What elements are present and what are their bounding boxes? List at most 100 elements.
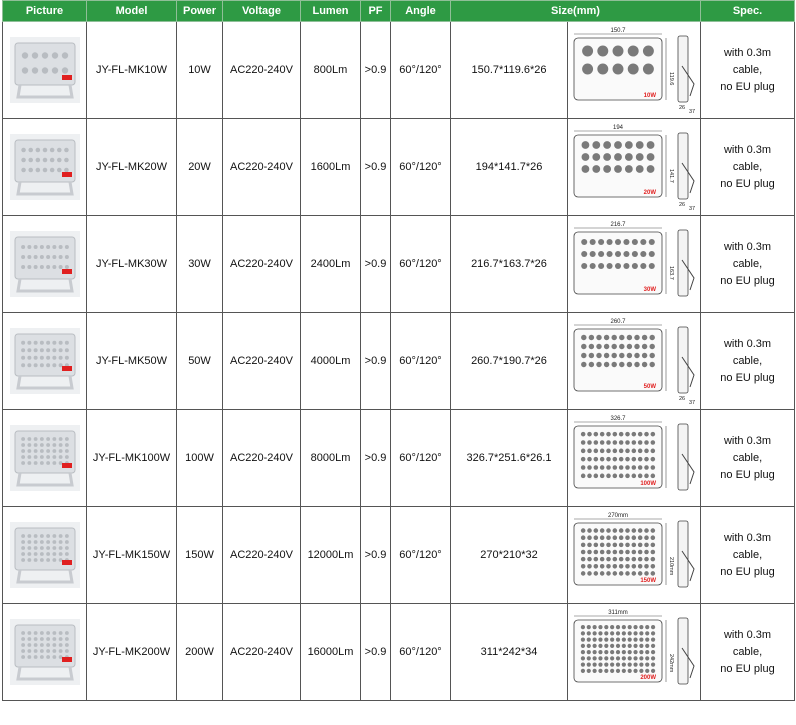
- spec-cell: with 0.3m cable, no EU plug: [700, 409, 795, 507]
- dimension-width-label: 270mm: [608, 513, 628, 519]
- voltage-cell: AC220-240V: [222, 409, 301, 507]
- dimension-height-label: 210mm: [668, 557, 674, 576]
- power-badge: 200W: [640, 675, 656, 681]
- size-cell: 326.7*251.6*26.1 326.7 100W: [450, 409, 701, 507]
- pf-cell: >0.9: [360, 21, 391, 119]
- lumen-cell: 2400Lm: [300, 215, 361, 313]
- floodlight-30w-icon: [9, 231, 80, 297]
- header-row: Picture Model Power Voltage Lumen PF Ang…: [2, 0, 795, 22]
- power-cell: 30W: [176, 215, 223, 313]
- dimension-drawing: 260.7 50W 26 37: [573, 319, 695, 405]
- spec-cell: with 0.3m cable, no EU plug: [700, 118, 795, 216]
- pf-cell: >0.9: [360, 312, 391, 410]
- model-cell: JY-FL-MK150W: [86, 506, 177, 604]
- spec-line: with 0.3m: [723, 240, 772, 253]
- spec-line: no EU plug: [720, 80, 775, 93]
- angle-cell: 60°/120°: [390, 21, 451, 119]
- lumen-cell: 12000Lm: [300, 506, 361, 604]
- model-cell: JY-FL-MK100W: [86, 409, 177, 507]
- size-cell: 194*141.7*26 194 20W 141.7 26 37: [450, 118, 701, 216]
- dimension-drawing: 194 20W 141.7 26 37: [573, 125, 695, 211]
- spec-line: with 0.3m: [723, 337, 772, 350]
- dimension-height-label: 119.6: [668, 72, 674, 85]
- model-cell: JY-FL-MK50W: [86, 312, 177, 410]
- dimension-drawing: 326.7 100W: [573, 416, 695, 491]
- pf-cell: >0.9: [360, 409, 391, 507]
- size-cell: 216.7*163.7*26 216.7 30W 163.7: [450, 215, 701, 313]
- spec-line: no EU plug: [720, 565, 775, 578]
- model-cell: JY-FL-MK10W: [86, 21, 177, 119]
- picture-cell: [2, 603, 87, 701]
- dimension-width-label: 260.7: [610, 319, 626, 325]
- table-row: JY-FL-MK150W 150W AC220-240V 12000Lm >0.9 60°…: [2, 506, 795, 604]
- angle-cell: 60°/120°: [390, 409, 451, 507]
- lumen-cell: 1600Lm: [300, 118, 361, 216]
- size-text: 326.7*251.6*26.1: [452, 410, 568, 506]
- power-cell: 200W: [176, 603, 223, 701]
- dimension-depth-label: 26: [679, 202, 685, 208]
- spec-line: no EU plug: [720, 468, 775, 481]
- spec-line: cable,: [732, 645, 763, 658]
- size-cell: 311*242*34 311mm 200W 242mm: [450, 603, 701, 701]
- dimension-width-label: 326.7: [610, 416, 626, 422]
- power-badge: 30W: [644, 287, 657, 293]
- spec-cell: with 0.3m cable, no EU plug: [700, 21, 795, 119]
- lumen-cell: 8000Lm: [300, 409, 361, 507]
- spec-line: cable,: [732, 160, 763, 173]
- picture-cell: [2, 312, 87, 410]
- floodlight-200w-icon: [9, 619, 80, 685]
- model-cell: JY-FL-MK20W: [86, 118, 177, 216]
- spec-line: no EU plug: [720, 662, 775, 675]
- size-text: 311*242*34: [452, 604, 568, 700]
- model-cell: JY-FL-MK30W: [86, 215, 177, 313]
- table-row: JY-FL-MK200W 200W AC220-240V 16000Lm >0.9 60°…: [2, 603, 795, 701]
- power-badge: 150W: [640, 578, 656, 584]
- pf-cell: >0.9: [360, 603, 391, 701]
- picture-cell: [2, 215, 87, 313]
- spec-line: no EU plug: [720, 177, 775, 190]
- table-row: JY-FL-MK20W 20W AC220-240V 1600Lm >0.9 60°/12…: [2, 118, 795, 216]
- header-angle: Angle: [390, 0, 451, 22]
- spec-line: with 0.3m: [723, 628, 772, 641]
- floodlight-150w-icon: [9, 522, 80, 588]
- floodlight-100w-icon: [9, 425, 80, 491]
- spec-line: no EU plug: [720, 371, 775, 384]
- dimension-height-label: 242mm: [668, 654, 674, 673]
- header-model: Model: [86, 0, 177, 22]
- spec-line: cable,: [732, 548, 763, 561]
- dimension-width-label: 150.7: [610, 28, 626, 34]
- floodlight-50w-icon: [9, 328, 80, 394]
- spec-cell: with 0.3m cable, no EU plug: [700, 215, 795, 313]
- picture-cell: [2, 409, 87, 507]
- power-badge: 100W: [640, 481, 656, 487]
- dimension-width-label: 194: [613, 125, 624, 131]
- spec-line: no EU plug: [720, 274, 775, 287]
- header-lumen: Lumen: [300, 0, 361, 22]
- floodlight-10w-icon: [9, 37, 80, 103]
- angle-cell: 60°/120°: [390, 603, 451, 701]
- size-text: 150.7*119.6*26: [452, 22, 568, 118]
- voltage-cell: AC220-240V: [222, 118, 301, 216]
- power-cell: 150W: [176, 506, 223, 604]
- angle-cell: 60°/120°: [390, 312, 451, 410]
- voltage-cell: AC220-240V: [222, 215, 301, 313]
- table-row: JY-FL-MK30W 30W AC220-240V 2400Lm >0.9 60°/12…: [2, 215, 795, 313]
- spec-cell: with 0.3m cable, no EU plug: [700, 603, 795, 701]
- header-spec: Spec.: [700, 0, 795, 22]
- size-text: 270*210*32: [452, 507, 568, 603]
- size-text: 194*141.7*26: [452, 119, 568, 215]
- angle-cell: 60°/120°: [390, 506, 451, 604]
- dimension-width-label: 311mm: [608, 610, 628, 616]
- dimension-width-label: 216.7: [610, 222, 626, 228]
- spec-line: with 0.3m: [723, 46, 772, 59]
- power-badge: 10W: [644, 93, 657, 99]
- voltage-cell: AC220-240V: [222, 21, 301, 119]
- dimension-height-label: 141.7: [668, 169, 674, 183]
- voltage-cell: AC220-240V: [222, 506, 301, 604]
- power-cell: 10W: [176, 21, 223, 119]
- pf-cell: >0.9: [360, 118, 391, 216]
- dimension-drawing: 270mm 150W 210mm: [573, 513, 695, 588]
- pf-cell: >0.9: [360, 506, 391, 604]
- table-row: JY-FL-MK10W 10W AC220-240V 800Lm >0.9 60°/120…: [2, 21, 795, 119]
- dimension-height-label: 163.7: [668, 266, 674, 280]
